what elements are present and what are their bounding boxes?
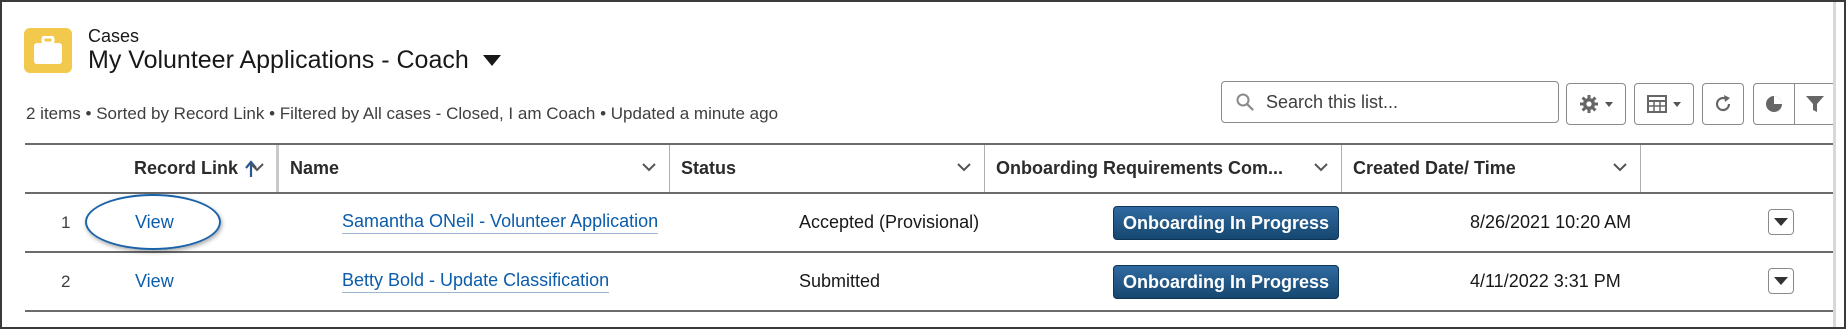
caret-down-icon	[1774, 218, 1788, 226]
status-text: Submitted	[799, 271, 881, 291]
data-table: Record Link Name Status Onboarding Requi…	[25, 143, 1836, 312]
table-row: 2 View Betty Bold - Update Classificatio…	[25, 253, 1836, 312]
refresh-icon	[1715, 95, 1731, 112]
caret-down-icon	[1605, 101, 1613, 107]
gear-icon	[1580, 95, 1598, 113]
column-header-record-link[interactable]: Record Link	[25, 145, 277, 192]
created-date: 8/26/2021 10:20 AM	[1470, 212, 1632, 232]
row-number: 1	[61, 212, 71, 232]
column-header-status[interactable]: Status	[670, 145, 984, 192]
row-actions-button[interactable]	[1768, 209, 1794, 235]
list-title: My Volunteer Applications - Coach	[88, 46, 469, 74]
chevron-down-icon[interactable]	[641, 161, 657, 173]
column-header-name[interactable]: Name	[279, 145, 669, 192]
status-text: Accepted (Provisional)	[799, 212, 980, 232]
list-view-selector[interactable]: My Volunteer Applications - Coach	[88, 46, 501, 75]
object-label: Cases	[88, 26, 140, 46]
created-date: 4/11/2022 3:31 PM	[1470, 271, 1621, 291]
chevron-down-icon[interactable]	[1313, 161, 1329, 173]
row-number: 2	[61, 271, 71, 291]
column-divider	[1640, 145, 1641, 192]
case-name-link[interactable]: Samantha ONeil - Volunteer Application	[342, 211, 659, 234]
scrollbar[interactable]	[1833, 2, 1836, 327]
column-header-onboarding[interactable]: Onboarding Requirements Com...	[985, 145, 1341, 192]
row-actions-button[interactable]	[1768, 268, 1794, 294]
chevron-down-icon[interactable]	[956, 161, 972, 173]
onboarding-status-badge: Onboarding In Progress	[1113, 205, 1340, 240]
table-row: 1 View Samantha ONeil - Volunteer Applic…	[25, 194, 1836, 253]
chevron-down-icon[interactable]	[249, 161, 265, 173]
chart-icon	[1766, 96, 1782, 112]
case-name-link[interactable]: Betty Bold - Update Classification	[342, 270, 610, 293]
caret-down-icon	[1774, 277, 1788, 285]
filter-icon	[1806, 96, 1824, 112]
search-placeholder: Search this list...	[1266, 91, 1399, 112]
record-link[interactable]: View	[135, 212, 174, 233]
table-icon	[1647, 95, 1667, 113]
column-header-created[interactable]: Created Date/ Time	[1342, 145, 1640, 192]
list-meta-info: 2 items • Sorted by Record Link • Filter…	[26, 104, 779, 123]
refresh-button[interactable]	[1702, 83, 1744, 125]
list-settings-button[interactable]	[1566, 83, 1626, 125]
display-as-button[interactable]	[1634, 83, 1694, 125]
table-header: Record Link Name Status Onboarding Requi…	[25, 143, 1836, 194]
caret-down-icon[interactable]	[482, 55, 501, 66]
search-icon	[1236, 93, 1254, 111]
filter-button[interactable]	[1794, 83, 1836, 125]
caret-down-icon	[1673, 101, 1681, 107]
chevron-down-icon[interactable]	[1612, 161, 1628, 173]
search-input[interactable]: Search this list...	[1221, 81, 1559, 123]
record-link[interactable]: View	[135, 271, 174, 292]
charts-button[interactable]	[1753, 83, 1795, 125]
briefcase-icon	[24, 28, 72, 73]
list-view-frame: Cases My Volunteer Applications - Coach …	[0, 0, 1846, 329]
onboarding-status-badge: Onboarding In Progress	[1113, 264, 1340, 299]
